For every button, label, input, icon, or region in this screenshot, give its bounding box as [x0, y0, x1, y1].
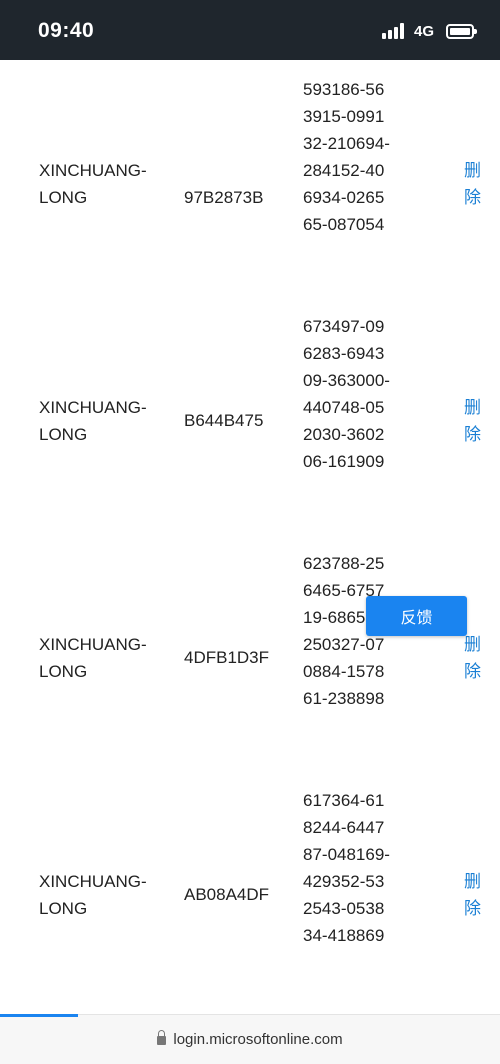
delete-link[interactable]: 删除 [464, 868, 488, 922]
device-code: 593186-563915-099132-210694-284152-40693… [303, 80, 390, 234]
device-name: XINCHUANG-LONG [39, 872, 147, 918]
device-name: XINCHUANG-LONG [39, 635, 147, 681]
status-time: 09:40 [38, 19, 95, 42]
device-id: 4DFB1D3F [184, 648, 270, 667]
device-code: 673497-096283-694309-363000-440748-05203… [303, 317, 390, 471]
feedback-button[interactable]: 反馈 [366, 596, 467, 636]
browser-address-bar[interactable]: login.microsoftonline.com [0, 1014, 500, 1064]
status-bar: 09:40 4G [0, 0, 500, 60]
signal-icon [381, 23, 404, 39]
device-id: AB08A4DF [184, 885, 270, 904]
url-text: login.microsoftonline.com [173, 1031, 343, 1048]
device-id: 97B2873B [184, 188, 264, 207]
network-type: 4G [413, 22, 434, 40]
delete-link[interactable]: 删除 [464, 157, 488, 211]
device-code: 617364-618244-644787-048169-429352-53254… [303, 791, 390, 945]
device-name: XINCHUANG-LONG [39, 398, 147, 444]
url-display[interactable]: login.microsoftonline.com [0, 1030, 500, 1048]
delete-link[interactable]: 删除 [464, 394, 488, 448]
device-name: XINCHUANG-LONG [39, 161, 147, 207]
delete-link[interactable]: 删除 [464, 631, 488, 685]
battery-icon [446, 23, 477, 39]
device-table: XINCHUANG-LONG 97B2873B 593186-563915-09… [0, 60, 500, 1014]
page-load-progress [0, 1014, 78, 1017]
device-id: B644B475 [184, 411, 264, 430]
status-icons: 4G [381, 20, 477, 42]
lock-icon [157, 1030, 167, 1045]
